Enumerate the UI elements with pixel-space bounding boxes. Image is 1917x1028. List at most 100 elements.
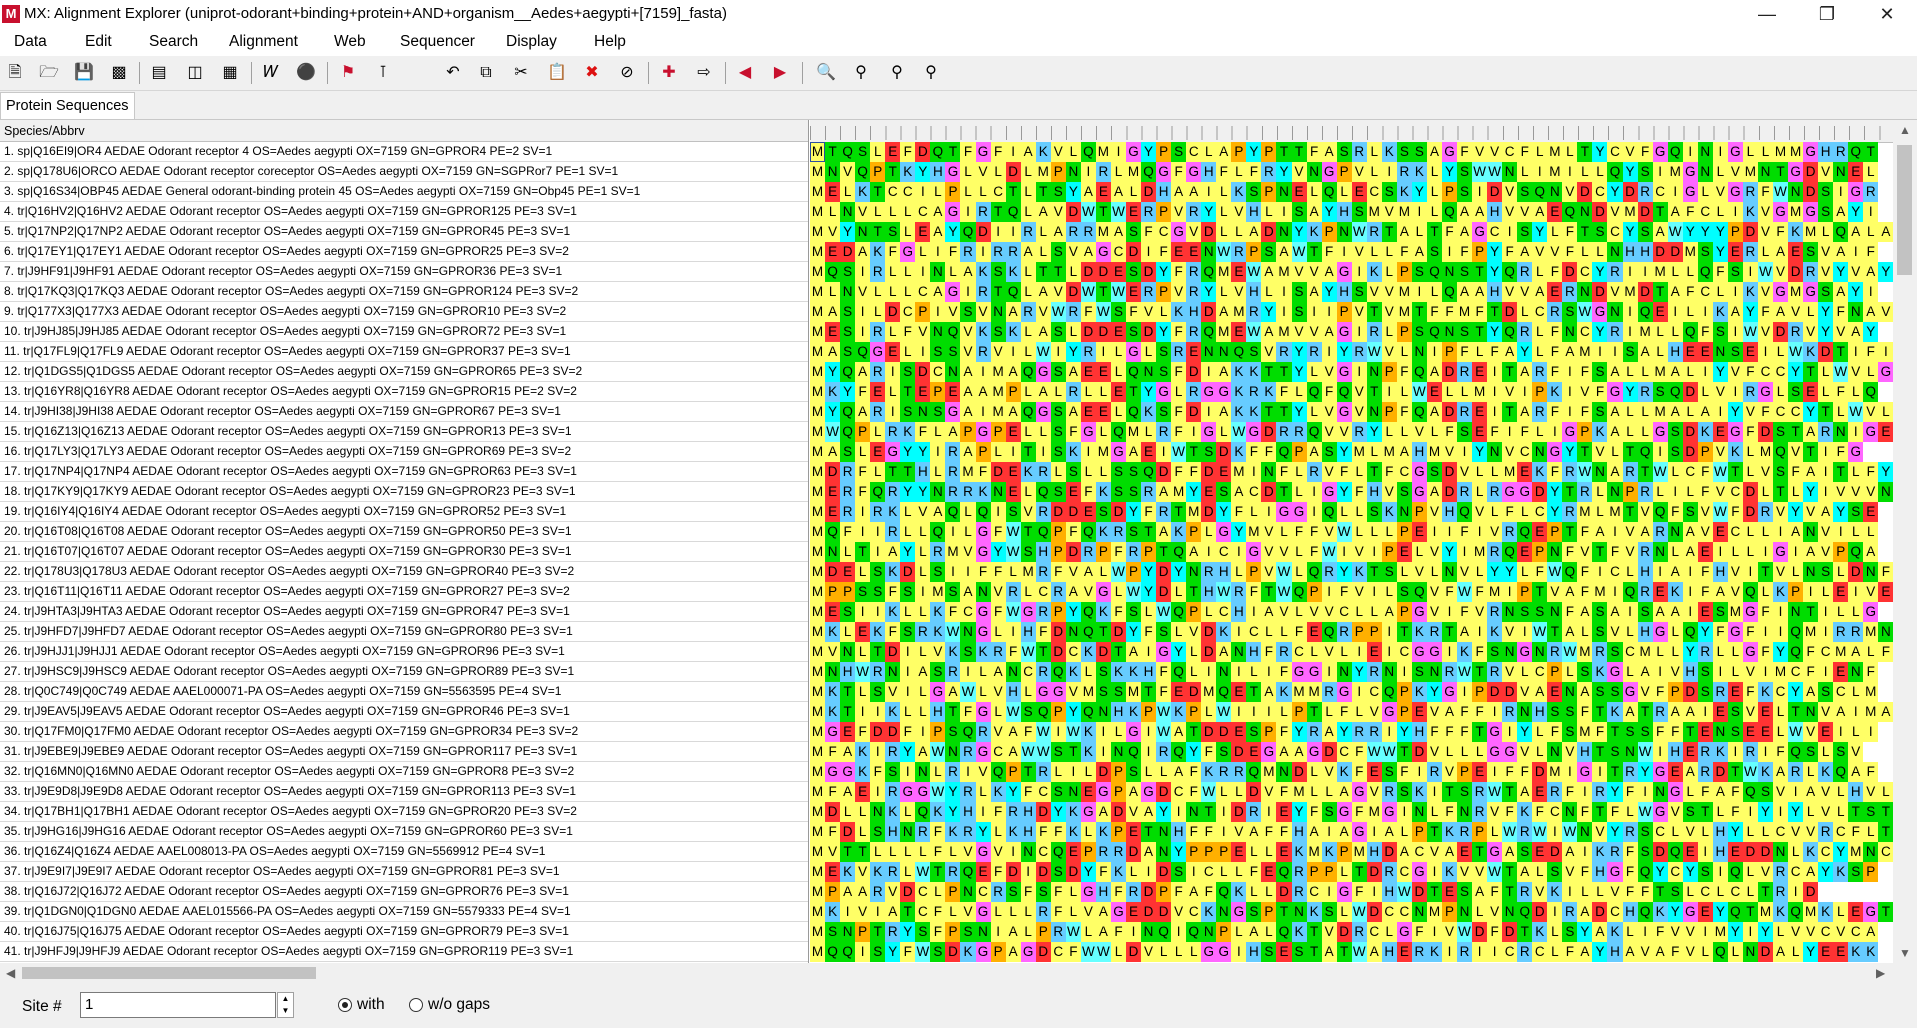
sequence-name-row[interactable]: 24. tr|J9HTA3|J9HTA3 AEDAE Odorant recep… (0, 602, 808, 622)
vertical-scrollbar[interactable]: ▲ ▼ (1893, 120, 1917, 964)
minimize-button[interactable]: — (1737, 0, 1797, 30)
sequence-name-row[interactable]: 37. tr|J9E9I7|J9E9I7 AEDAE Odorant recep… (0, 862, 808, 882)
new-file-icon[interactable]: 🗎 (4, 62, 26, 84)
cut-icon[interactable]: ✂ (510, 62, 532, 84)
menu-data[interactable]: Data (14, 33, 47, 51)
sequence-residue-row[interactable]: MKYFELTEPEAAMPLALRLLETYGLRGGKRKFLQFQVTIL… (810, 382, 1879, 402)
cut-tool-icon[interactable]: ⚫ (295, 62, 317, 84)
sequence-residue-row[interactable]: MVTTLLLLFLVGVINCQEPRRDANYPPPELLEKMKPMHDA… (810, 842, 1893, 862)
menu-edit[interactable]: Edit (85, 33, 112, 51)
sequence-name-row[interactable]: 33. tr|J9E9D8|J9E9D8 AEDAE Odorant recep… (0, 782, 808, 802)
sequence-residue-row[interactable]: MYQARISDCNAIMAQGSAEELQNSFDIAKKTTYLVGINPF… (810, 362, 1893, 382)
sequence-residue-row[interactable]: MDRFLTTHLRMFDEKRLSLLSSQDFFDEMINFLRVFLTFC… (810, 462, 1893, 482)
sequence-name-row[interactable]: 10. tr|J9HJ85|J9HJ85 AEDAE Odorant recep… (0, 322, 808, 342)
sequence-name-row[interactable]: 18. tr|Q17KY9|Q17KY9 AEDAE Odorant recep… (0, 482, 808, 502)
sequence-residue-row[interactable]: MFAEIRGGWYRLKYFCSNEGPAGDCFWLLDVFMLLAGVRS… (810, 782, 1893, 802)
sequence-residue-row[interactable]: MASILDCPIVSVNARVWRFWSFVLKHDAMRYISIIPVTVM… (810, 302, 1893, 322)
sequence-residue-row[interactable]: MERFQRYYNRRKNELQSEFKSSRAMYESACDTLIGYFHVS… (810, 482, 1893, 502)
sequence-residue-row[interactable]: MGEFDDFIPSQRVAFWIWKILGIWATDDESPFYRAYRRIY… (810, 722, 1879, 742)
scroll-left-icon[interactable]: ◀ (6, 966, 15, 980)
sequence-residue-row[interactable]: MGGKFSINLRIVQPTRLILDPSLLAFKRRQMNDLVKFESF… (810, 762, 1879, 782)
sequence-name-row[interactable]: 15. tr|Q16Z13|Q16Z13 AEDAE Odorant recep… (0, 422, 808, 442)
copy-icon[interactable]: ⧉ (475, 62, 497, 84)
scroll-down-icon[interactable]: ▼ (1899, 946, 1911, 960)
sequence-name-row[interactable]: 36. tr|Q16Z4|Q16Z4 AEDAE AAEL008013-PA O… (0, 842, 808, 862)
sequence-residue-row[interactable]: MQQISYFWSDKGPAGDCFWWLDVLLLGGIHSESTATWAHE… (810, 942, 1879, 962)
sequence-name-row[interactable]: 27. tr|J9HSC9|J9HSC9 AEDAE Odorant recep… (0, 662, 808, 682)
spin-up-icon[interactable]: ▲ (278, 993, 293, 1005)
sequence-residue-row[interactable]: MESIRLFVNQVKSKLASLDDESDYFRQMEWAMVVAGIRLP… (810, 322, 1879, 342)
sequence-residue-row[interactable]: MLNVLLLCAGIRTQLAVDWTWERPVRYLVHLISAYHSMVM… (810, 202, 1879, 222)
sequence-residue-row[interactable]: MYQARISNSGAIMAQGSAEELQKSFDIAKKTTYLVGVNPF… (810, 402, 1893, 422)
site-number-input[interactable]: 1 (80, 992, 276, 1018)
sequence-name-row[interactable]: 28. tr|Q0C749|Q0C749 AEDAE AAEL000071-PA… (0, 682, 808, 702)
sequence-name-row[interactable]: 1. sp|Q16EI9|OR4 AEDAE Odorant receptor … (0, 142, 808, 162)
sequence-residue-row[interactable]: MELKTCCILPLLCTLTSYAEALDHAAILKSPNELQLECSK… (810, 182, 1879, 202)
find-more-icon[interactable]: ⚲ (920, 62, 942, 84)
sequence-residue-row[interactable]: MESIIKLLKFCGFWGRPYQKFSLWQPLCHIAVLVVCLLAP… (810, 602, 1879, 622)
sequence-name-row[interactable]: 40. tr|Q16J75|Q16J75 AEDAE Odorant recep… (0, 922, 808, 942)
sequence-name-row[interactable]: 20. tr|Q16T08|Q16T08 AEDAE Odorant recep… (0, 522, 808, 542)
sequence-residue-row[interactable]: MKTIIKLLHTFGLWSQPYQNHKPWKPLWIIILPTLFLVGP… (810, 702, 1893, 722)
sequence-name-row[interactable]: 16. tr|Q17LY3|Q17LY3 AEDAE Odorant recep… (0, 442, 808, 462)
site-number-spinner[interactable]: ▲ ▼ (277, 992, 294, 1018)
sequence-residue-row[interactable]: MEKVKRLWTRQEFDIDSDYFKLIDSICLLFEQRPPLTDRC… (810, 862, 1879, 882)
species-header[interactable]: Species/Abbrv (0, 120, 808, 142)
with-gaps-radio[interactable] (338, 998, 352, 1012)
sequence-name-row[interactable]: 22. tr|Q178U3|Q178U3 AEDAE Odorant recep… (0, 562, 808, 582)
without-gaps-radio[interactable] (409, 998, 423, 1012)
sequence-residue-row[interactable]: MNLTIAYLRMVGYWSHPDRPFRPTQAICIGVVLFWIVIPE… (810, 542, 1879, 562)
sequence-name-row[interactable]: 26. tr|J9HJJ1|J9HJJ1 AEDAE Odorant recep… (0, 642, 808, 662)
menu-alignment[interactable]: Alignment (229, 33, 298, 51)
table-icon[interactable]: ▦ (219, 62, 241, 84)
mark-icon[interactable]: ⊺ (372, 62, 394, 84)
sequence-name-row[interactable]: 12. tr|Q1DGS5|Q1DGS5 AEDAE Odorant recep… (0, 362, 808, 382)
sequence-name-row[interactable]: 13. tr|Q16YR8|Q16YR8 AEDAE Odorant recep… (0, 382, 808, 402)
paste-icon[interactable]: 📋 (546, 62, 568, 84)
menu-display[interactable]: Display (506, 33, 557, 51)
sequence-residue-row[interactable]: MQFIIRLLQILGFWTQPFQKRSTAKPLGYMVLFFVWLLLP… (810, 522, 1879, 542)
menu-sequencer[interactable]: Sequencer (400, 33, 475, 51)
close-button[interactable]: ✕ (1857, 0, 1917, 30)
sequence-name-row[interactable]: 6. tr|Q17EY1|Q17EY1 AEDAE Odorant recept… (0, 242, 808, 262)
menu-help[interactable]: Help (594, 33, 626, 51)
sequence-residue-row[interactable]: MASQGELISSVRVILWIYRILGLSRENNQSVRYRIYRWVL… (810, 342, 1893, 362)
sequence-name-row[interactable]: 23. tr|Q16T11|Q16T11 AEDAE Odorant recep… (0, 582, 808, 602)
save-icon[interactable]: 💾 (73, 62, 95, 84)
sequence-name-row[interactable]: 34. tr|Q17BH1|Q17BH1 AEDAE Odorant recep… (0, 802, 808, 822)
sequence-residue-row[interactable]: MPPSSFSIMSANVRLCRAVGLWYDLTHWRFTWQPIFVILS… (810, 582, 1893, 602)
sequence-name-row[interactable]: 8. tr|Q17KQ3|Q17KQ3 AEDAE Odorant recept… (0, 282, 808, 302)
sequence-name-row[interactable]: 9. tr|Q177X3|Q177X3 AEDAE Odorant recept… (0, 302, 808, 322)
sequence-residue-row[interactable]: MWQPLRKFLAPGPELLSFGLQMLRFIGLWGDRRQVVRYLL… (810, 422, 1893, 442)
flag-icon[interactable]: ⚑ (337, 62, 359, 84)
sequence-name-row[interactable]: 30. tr|Q17FM0|Q17FM0 AEDAE Odorant recep… (0, 722, 808, 742)
sequence-name-row[interactable]: 25. tr|J9HFD7|J9HFD7 AEDAE Odorant recep… (0, 622, 808, 642)
sheet-icon[interactable]: ▤ (148, 62, 170, 84)
sequence-residue-row[interactable]: MSNPTRYSFPSNIALPRWLAFINQIQNPLALQKTVDRCLG… (810, 922, 1879, 942)
sequence-name-row[interactable]: 39. tr|Q1DGN0|Q1DGN0 AEDAE AAEL015566-PA… (0, 902, 808, 922)
previous-icon[interactable]: ◀ (734, 62, 756, 84)
sequence-residue-row[interactable]: MKLEKFSRKWNGLIHFDNQTDYFSLVDKICLLFEQRPPIT… (810, 622, 1893, 642)
sequence-residue-row[interactable]: MLNVLLLCAGIRTQLAVDWTWERPVRYLVHLISAYHSVVM… (810, 282, 1879, 302)
maximize-button[interactable]: ❐ (1797, 0, 1857, 30)
sequence-residue-row[interactable]: MVYNTSLEAYQDIIRLARRMASFCGVDLLADNYKPNWRTA… (810, 222, 1893, 242)
columns-icon[interactable]: ◫ (184, 62, 206, 84)
open-folder-icon[interactable]: 🗁 (38, 62, 60, 84)
sequence-name-row[interactable]: 2. sp|Q178U6|ORCO AEDAE Odorant receptor… (0, 162, 808, 182)
search-zoom-icon[interactable]: 🔍 (815, 62, 837, 84)
sequence-residue-row[interactable]: MPAARVDCLPNCRSFSFLGHFRDPFAFQKLLDRCIGFIHW… (810, 882, 1819, 902)
sequence-name-row[interactable]: 3. sp|Q16S34|OBP45 AEDAE General odorant… (0, 182, 808, 202)
sequence-name-row[interactable]: 38. tr|Q16J72|Q16J72 AEDAE Odorant recep… (0, 882, 808, 902)
sequence-name-row[interactable]: 41. tr|J9HFJ9|J9HFJ9 AEDAE Odorant recep… (0, 942, 808, 962)
sequence-name-row[interactable]: 17. tr|Q17NP4|Q17NP4 AEDAE Odorant recep… (0, 462, 808, 482)
sequence-residue-row[interactable]: MFDLSHNRFKRYLKHFFKLKPETNHFFIVAFFHAIAGIAL… (810, 822, 1893, 842)
sequence-name-row[interactable]: 14. tr|J9HI38|J9HI38 AEDAE Odorant recep… (0, 402, 808, 422)
sequence-name-row[interactable]: 11. tr|Q17FL9|Q17FL9 AEDAE Odorant recep… (0, 342, 808, 362)
sequence-name-row[interactable]: 5. tr|Q17NP2|Q17NP2 AEDAE Odorant recept… (0, 222, 808, 242)
find-previous-icon[interactable]: ⚲ (850, 62, 872, 84)
sequence-name-row[interactable]: 35. tr|J9HG16|J9HG16 AEDAE Odorant recep… (0, 822, 808, 842)
sequence-residue-row[interactable]: MASLEGYYIRAPLITISKIMGAEIWTSDKFFQPASYMLMA… (810, 442, 1864, 462)
sequence-residue-row[interactable]: MQSIRLLINLAKSKLTTLDDESDYFRQMEWAMVVAGIKLP… (810, 262, 1893, 282)
menu-web[interactable]: Web (334, 33, 366, 51)
sequence-residue-row[interactable]: MVNLTDILVKSKRFWTDCKDTAIGYLDANHFRCLVLIEIC… (810, 642, 1893, 662)
